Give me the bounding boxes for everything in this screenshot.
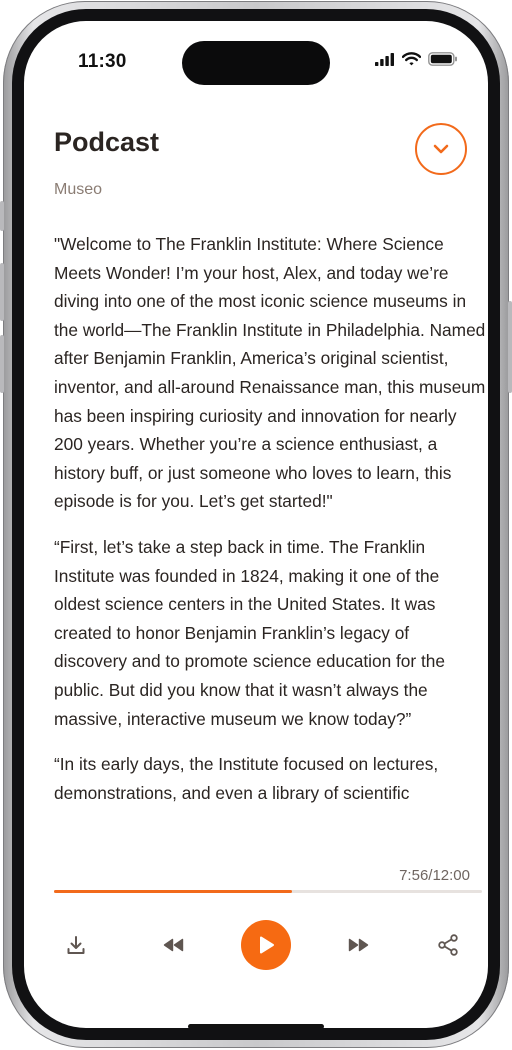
action-button [0, 201, 4, 231]
transcript[interactable]: "Welcome to The Franklin Institute: Wher… [54, 230, 486, 848]
play-icon [260, 936, 274, 954]
power-button [508, 301, 512, 393]
home-indicator[interactable] [188, 1024, 324, 1028]
battery-icon [428, 52, 458, 71]
transcript-paragraph: “First, let’s take a step back in time. … [54, 536, 445, 729]
transcript-paragraph: “In its early days, the Institute focuse… [54, 754, 439, 803]
page-title: Podcast [54, 127, 160, 157]
status-icons [375, 52, 458, 71]
signal-icon [375, 52, 395, 71]
screen: 11:30 Podcast Museo "Welcome to The Fran… [24, 21, 488, 1028]
dynamic-island [182, 41, 330, 85]
bezel: 11:30 Podcast Museo "Welcome to The Fran… [12, 9, 500, 1040]
share-button[interactable] [423, 920, 473, 970]
transcript-paragraph: "Welcome to The Franklin Institute: Wher… [54, 234, 486, 512]
collapse-button[interactable] [415, 123, 467, 175]
play-button[interactable] [241, 920, 291, 970]
download-button[interactable] [51, 920, 101, 970]
volume-up-button [0, 263, 4, 321]
volume-down-button [0, 335, 4, 393]
share-icon [438, 934, 458, 956]
phone-frame: 11:30 Podcast Museo "Welcome to The Fran… [0, 1, 512, 1048]
rewind-icon [163, 938, 184, 952]
wifi-icon [401, 52, 422, 71]
player-controls [54, 920, 482, 970]
status-time: 11:30 [78, 51, 127, 72]
download-icon [67, 936, 85, 954]
page-subtitle: Museo [54, 181, 103, 198]
playback-time: 7:56/12:00 [399, 867, 470, 884]
fast-forward-icon [348, 938, 369, 952]
rewind-button[interactable] [148, 920, 198, 970]
fast-forward-button[interactable] [334, 920, 384, 970]
progress-bar[interactable] [54, 890, 482, 893]
chevron-down-icon [433, 144, 449, 154]
progress-fill [54, 890, 292, 893]
